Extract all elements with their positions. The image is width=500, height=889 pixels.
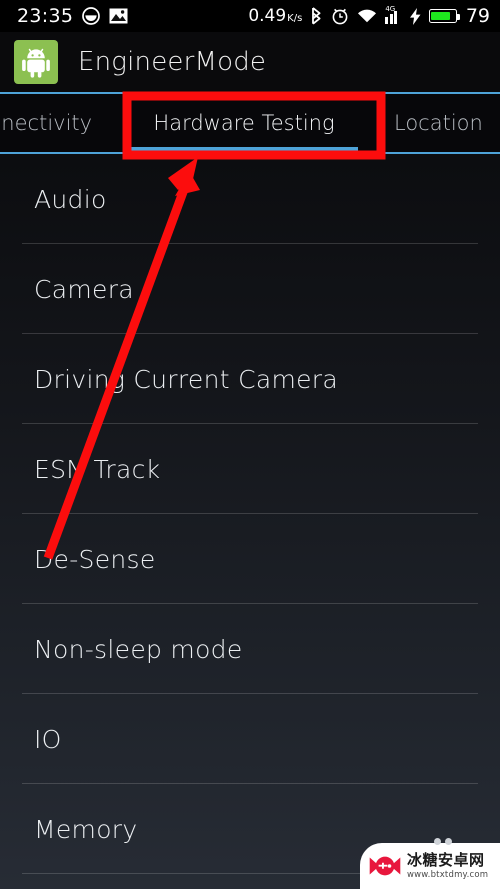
list-item[interactable]: IO (0, 694, 500, 784)
network-type-label: 4G (385, 4, 396, 13)
list-item-label: Non-sleep mode (34, 634, 243, 664)
watermark-dots-icon (434, 838, 452, 845)
battery-icon (428, 9, 460, 23)
charging-bolt-icon (409, 7, 421, 25)
list-item[interactable]: Non-sleep mode (0, 604, 500, 694)
tab-hardware-testing-label: Hardware Testing (153, 111, 335, 135)
smiley-icon (82, 7, 101, 25)
tab-connectivity-label: nnectivity (0, 111, 93, 135)
list-item[interactable]: ESN Track (0, 424, 500, 514)
list-item-label: ESN Track (34, 454, 161, 484)
list-item-label: IO (34, 724, 62, 754)
status-bar-clock: 23:35 (17, 5, 74, 27)
list-item-label: Camera (34, 274, 134, 304)
tab-bar: nnectivity Hardware Testing Location (0, 92, 500, 154)
list-item-label: Driving Current Camera (34, 364, 338, 394)
network-speed-value: 0.49 (248, 6, 287, 26)
wifi-icon (357, 8, 377, 24)
watermark-url: www.btxtdmy.com (407, 869, 489, 880)
image-icon (109, 8, 128, 24)
status-bar-right: 0.49 K/s 4G 79 (248, 5, 500, 27)
status-bar-left: 23:35 (0, 5, 128, 27)
phone-screen: 23:35 0.49 K/s 4G 79 EngineerMode nectiv… (0, 0, 500, 889)
watermark: 冰糖安卓网 www.btxtdmy.com (360, 838, 500, 889)
watermark-site-name: 冰糖安卓网 (407, 850, 485, 869)
list-item-label: Audio (34, 184, 107, 214)
bluetooth-icon (310, 7, 323, 25)
tab-connectivity[interactable]: nnectivity (0, 94, 108, 152)
list-item-label: Memory (34, 814, 138, 844)
tab-location[interactable]: Location (380, 94, 500, 152)
battery-percent: 79 (465, 5, 490, 27)
signal-bars-icon: 4G (385, 4, 402, 24)
watermark-text: 冰糖安卓网 www.btxtdmy.com (407, 850, 489, 880)
list-item[interactable]: De-Sense (0, 514, 500, 604)
tab-location-label: Location (394, 111, 483, 135)
list-item[interactable]: Audio (0, 154, 500, 244)
network-speed: 0.49 K/s (248, 6, 302, 26)
status-bar: 23:35 0.49 K/s 4G 79 (0, 0, 500, 32)
candy-gamepad-logo-icon (369, 856, 401, 876)
hardware-testing-list[interactable]: Audio Camera Driving Current Camera ESN … (0, 154, 500, 889)
alarm-clock-icon (331, 7, 349, 25)
list-item[interactable]: Driving Current Camera (0, 334, 500, 424)
page-title: EngineerMode (78, 47, 267, 77)
app-title-bar: EngineerMode (0, 32, 500, 92)
list-item[interactable]: Camera (0, 244, 500, 334)
network-speed-unit: K/s (287, 13, 303, 24)
android-robot-icon (14, 40, 58, 84)
list-item-label: De-Sense (34, 544, 156, 574)
tab-hardware-testing[interactable]: Hardware Testing (108, 94, 380, 152)
